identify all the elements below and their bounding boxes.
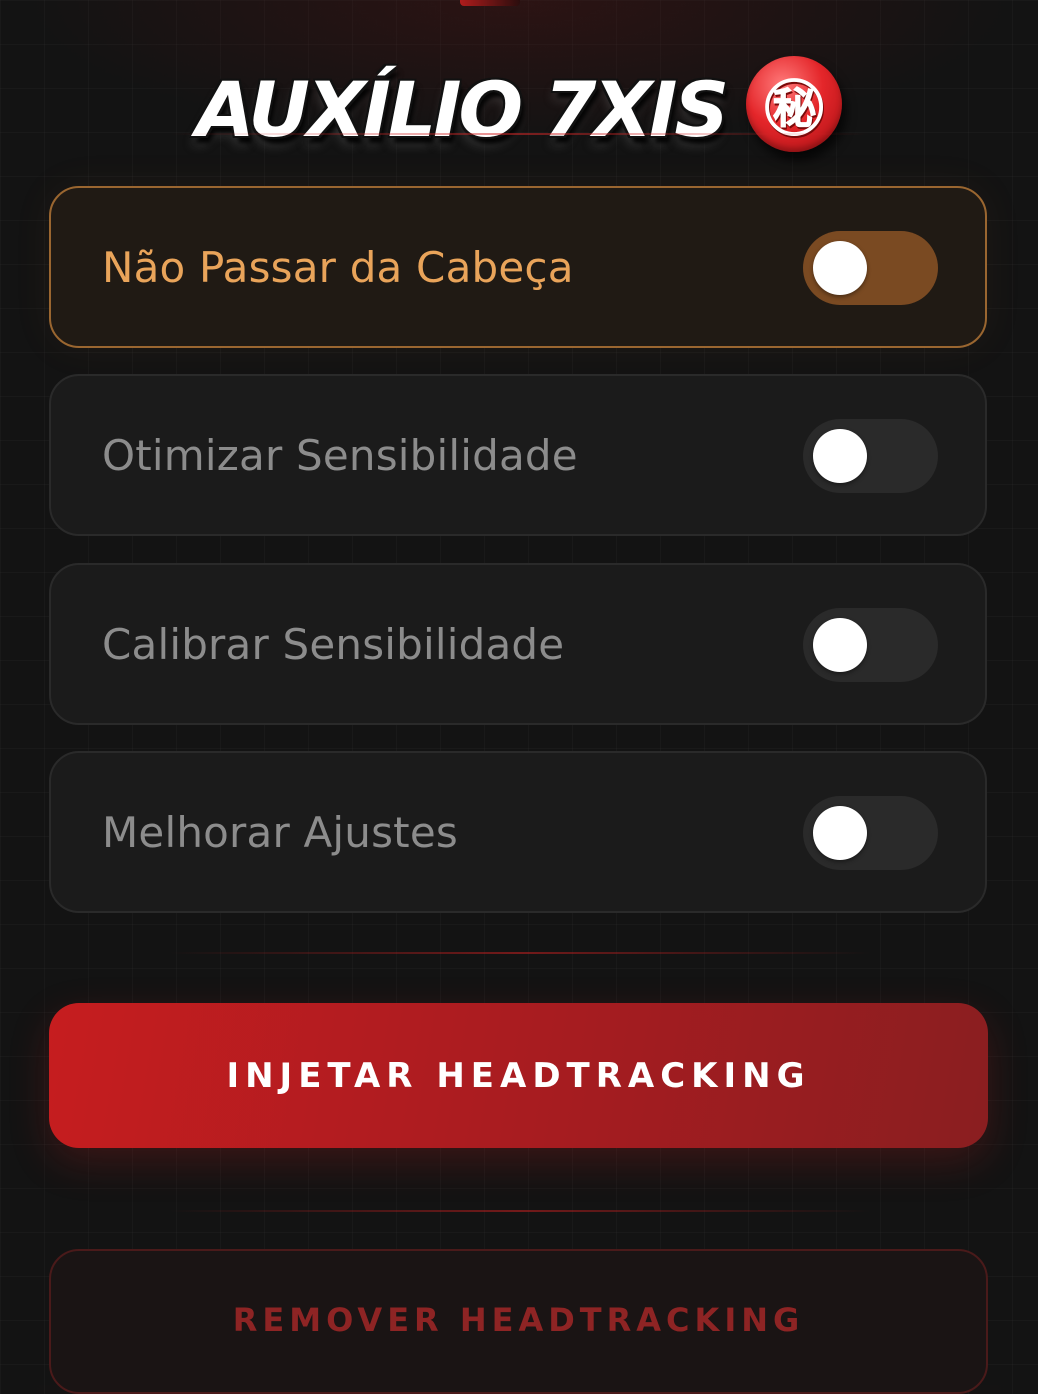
toggle-switch-off[interactable]: [803, 419, 938, 493]
header: AUXÍLIO 7XIS ㊙: [0, 56, 1038, 166]
toggle-knob: [813, 806, 867, 860]
top-edge-fragment: [460, 0, 520, 6]
toggle-knob: [813, 429, 867, 483]
option-card-calibrar-sensibilidade[interactable]: Calibrar Sensibilidade: [49, 563, 987, 725]
option-label: Não Passar da Cabeça: [102, 242, 574, 292]
section-divider: [170, 952, 870, 954]
option-card-nao-passar-da-cabeca[interactable]: Não Passar da Cabeça: [49, 186, 987, 348]
option-label: Calibrar Sensibilidade: [102, 619, 565, 669]
title-underline: [170, 133, 870, 135]
toggle-knob: [813, 618, 867, 672]
toggle-switch-off[interactable]: [803, 796, 938, 870]
remove-headtracking-label: REMOVER HEADTRACKING: [232, 1301, 805, 1339]
remove-headtracking-button[interactable]: REMOVER HEADTRACKING: [49, 1249, 988, 1394]
option-card-melhorar-ajustes[interactable]: Melhorar Ajustes: [49, 751, 987, 913]
app-title: AUXÍLIO 7XIS: [195, 64, 729, 154]
inject-headtracking-button[interactable]: INJETAR HEADTRACKING: [49, 1003, 988, 1148]
section-divider: [170, 1210, 870, 1212]
toggle-switch-off[interactable]: [803, 608, 938, 682]
secret-seal-icon: ㊙: [746, 56, 843, 152]
option-label: Otimizar Sensibilidade: [102, 430, 578, 480]
toggle-switch-on[interactable]: [803, 231, 938, 305]
option-card-otimizar-sensibilidade[interactable]: Otimizar Sensibilidade: [49, 374, 987, 536]
toggle-knob: [813, 241, 867, 295]
option-label: Melhorar Ajustes: [102, 807, 458, 857]
